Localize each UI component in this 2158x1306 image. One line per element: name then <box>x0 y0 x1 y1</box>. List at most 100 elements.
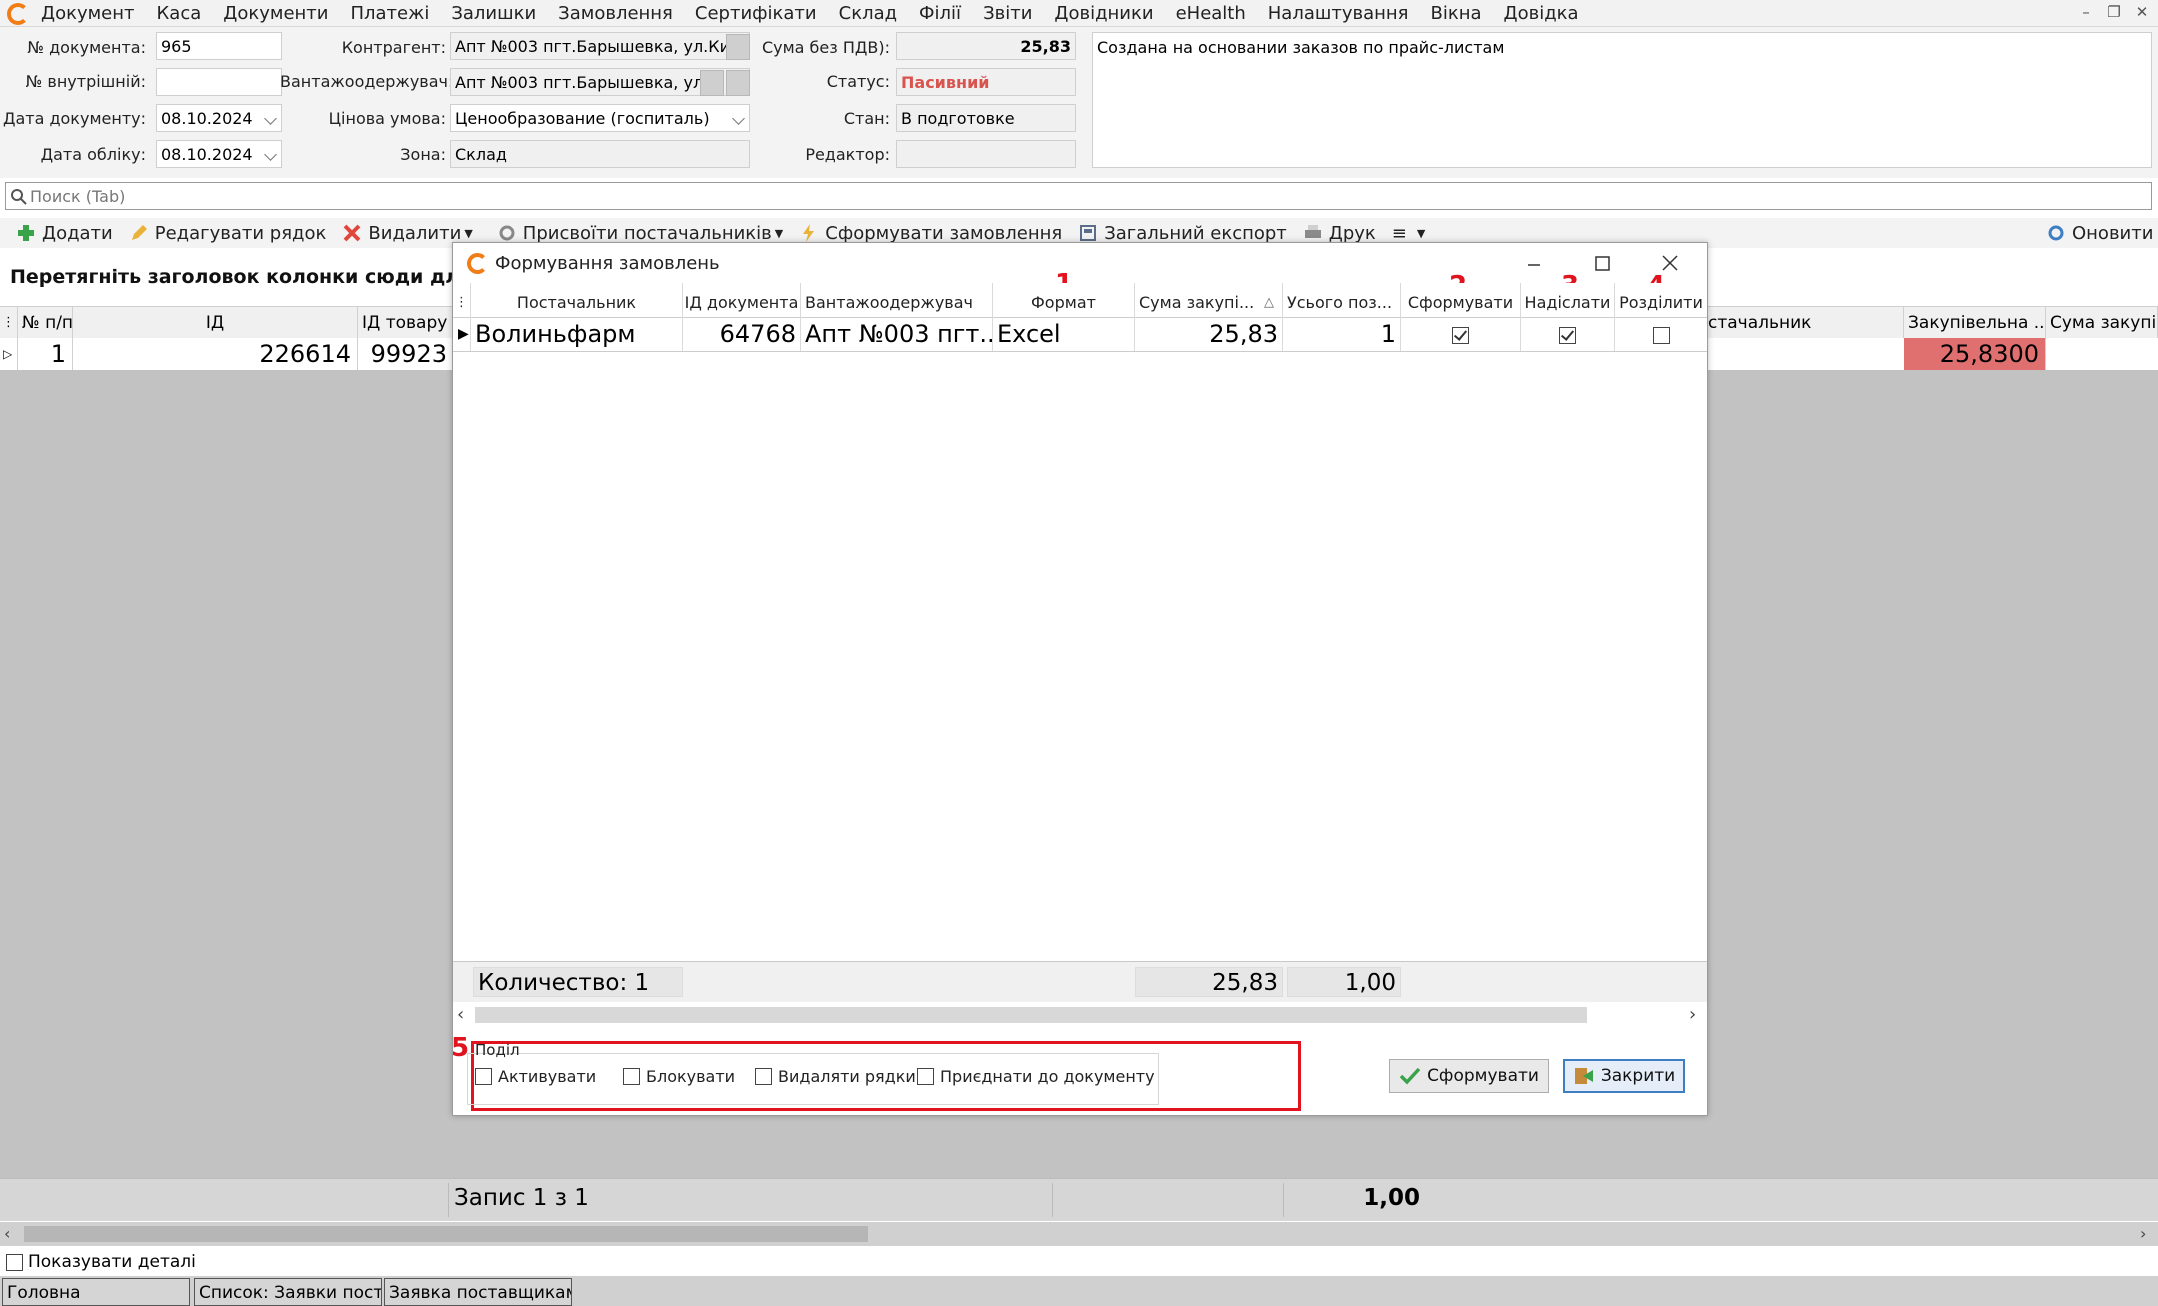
col-id[interactable]: ІД <box>73 307 358 339</box>
activate-check[interactable] <box>475 1068 492 1085</box>
table-row[interactable]: ▶ Волиньфарм 64768 Апт №003 пгт... Excel… <box>453 317 1707 352</box>
general-export-button[interactable]: Загальний експорт <box>1078 223 1287 244</box>
scroll-left-icon[interactable]: ‹ <box>4 1224 10 1243</box>
ellipsis-button[interactable] <box>700 70 724 96</box>
scroll-right-icon[interactable]: › <box>2140 1224 2146 1243</box>
tab-supplier-requests-list[interactable]: Список: Заявки пост ... <box>194 1278 382 1306</box>
dialog-horizontal-scrollbar[interactable]: ‹ › <box>453 1003 1707 1027</box>
app-logo-icon <box>6 2 29 25</box>
col-total-positions[interactable]: Усього поз... <box>1283 283 1401 317</box>
menu-cash[interactable]: Каса <box>146 3 213 24</box>
counterparty-field[interactable]: Апт №003 пгт.Барышевка, ул.Киев <box>450 32 750 60</box>
tab-main[interactable]: Головна <box>2 1278 190 1306</box>
close-icon[interactable]: ✕ <box>2130 2 2154 22</box>
assign-suppliers-button[interactable]: Присвоїти постачальників ▼ <box>497 223 783 244</box>
print-button[interactable]: Друк <box>1303 223 1376 244</box>
scrollbar-thumb[interactable] <box>475 1007 1587 1023</box>
list-options-button[interactable]: ≡ ▼ <box>1392 223 1426 244</box>
split-checkbox[interactable] <box>1652 326 1670 344</box>
col-supplier[interactable]: стачальник <box>1704 307 1904 339</box>
scroll-left-icon[interactable]: ‹ <box>457 1004 464 1025</box>
maximize-icon[interactable] <box>1587 251 1617 277</box>
col-format[interactable]: Формат <box>993 283 1135 317</box>
col-purchase-sum[interactable]: Сума закупіве <box>2046 307 2158 339</box>
menu-branches[interactable]: Філії <box>908 3 972 24</box>
menu-references[interactable]: Довідники <box>1043 3 1164 24</box>
chevron-down-icon[interactable] <box>264 112 277 125</box>
close-button[interactable]: Закрити <box>1563 1059 1685 1093</box>
col-doc-id[interactable]: ІД документа <box>683 283 801 317</box>
scrollbar-thumb[interactable] <box>24 1226 868 1242</box>
col-form[interactable]: Сформувати <box>1401 283 1521 317</box>
col-purchase[interactable]: Закупівельна ... <box>1904 307 2046 339</box>
col-send[interactable]: Надіслати <box>1521 283 1615 317</box>
form-order-button[interactable]: Сформувати замовлення <box>799 223 1062 244</box>
cell-format[interactable]: Excel <box>993 317 1135 351</box>
search-input[interactable]: Поиск (Tab) <box>5 182 2152 210</box>
menu-warehouse[interactable]: Склад <box>828 3 908 24</box>
form-button[interactable]: Сформувати <box>1389 1059 1549 1093</box>
doc-no-field[interactable]: 965 <box>156 32 282 60</box>
tab-supplier-request[interactable]: Заявка поставщикам ... <box>384 1278 572 1306</box>
delete-rows-label: Видаляти рядки <box>778 1067 916 1086</box>
doc-date-field[interactable]: 08.10.2024 <box>156 104 282 132</box>
col-goods-id[interactable]: ІД товару <box>358 307 454 339</box>
grid-menu-icon[interactable]: ⋮ <box>0 307 18 339</box>
chevron-down-icon[interactable] <box>264 148 277 161</box>
refresh-icon <box>2048 225 2064 241</box>
zone-field[interactable]: Склад <box>450 140 750 168</box>
minimize-icon[interactable] <box>1519 251 1549 277</box>
menu-ehealth[interactable]: eHealth <box>1165 3 1257 24</box>
col-no[interactable]: № п/п <box>18 307 73 339</box>
grid-totals: Запис 1 з 1 1,00 <box>0 1178 2158 1221</box>
cell-sum: 25,83 <box>1135 317 1283 351</box>
grid-menu-icon[interactable]: ⋮ <box>453 283 471 317</box>
delete-rows-checkbox[interactable]: Видаляти рядки <box>755 1067 916 1086</box>
delete-rows-check[interactable] <box>755 1068 772 1085</box>
menu-documents[interactable]: Документи <box>212 3 339 24</box>
acc-date-field[interactable]: 08.10.2024 <box>156 140 282 168</box>
dialog-grid-footer: Количество: 1 25,83 1,00 <box>453 961 1707 1002</box>
horizontal-scrollbar[interactable]: ‹ › <box>0 1222 2158 1246</box>
price-cond-select[interactable]: Ценообразование (госпиталь) <box>450 104 750 132</box>
edit-row-button[interactable]: Редагувати рядок <box>129 223 326 244</box>
menu-settings[interactable]: Налаштування <box>1257 3 1420 24</box>
internal-no-field[interactable] <box>156 68 282 96</box>
attach-check[interactable] <box>917 1068 934 1085</box>
delete-button[interactable]: Видалити ▼ <box>342 223 473 244</box>
show-details-checkbox[interactable]: Показувати деталі <box>6 1252 196 1272</box>
show-details-check[interactable] <box>6 1253 23 1271</box>
dialog-titlebar[interactable]: Формування замовлень <box>453 243 1707 283</box>
zone-label: Зона: <box>400 145 446 164</box>
form-orders-dialog: Формування замовлень 1 2 3 4 ⋮ Постачаль… <box>451 242 1708 1116</box>
attach-to-document-checkbox[interactable]: Приєднати до документу <box>917 1067 1155 1086</box>
block-check[interactable] <box>623 1068 640 1085</box>
menu-stock[interactable]: Залишки <box>440 3 547 24</box>
menu-windows[interactable]: Вікна <box>1419 3 1492 24</box>
col-consignee[interactable]: Вантажоодержувач <box>801 283 993 317</box>
col-split[interactable]: Розділити <box>1615 283 1707 317</box>
menu-certificates[interactable]: Сертифікати <box>684 3 828 24</box>
form-checkbox[interactable] <box>1452 326 1469 344</box>
note-textarea[interactable]: Создана на основании заказов по прайс-ли… <box>1092 32 2152 168</box>
menu-document[interactable]: Документ <box>30 3 146 24</box>
menu-payments[interactable]: Платежі <box>339 3 440 24</box>
col-sum[interactable]: Сума закупі... △ <box>1135 283 1283 317</box>
col-supplier[interactable]: Постачальник <box>471 283 683 317</box>
totals-cell <box>1052 1183 1284 1217</box>
refresh-button[interactable]: Оновити▼ <box>2046 223 2158 244</box>
minimize-icon[interactable]: – <box>2074 2 2098 22</box>
restore-icon[interactable]: ❐ <box>2102 2 2126 22</box>
lightning-icon <box>803 224 815 242</box>
add-button[interactable]: Додати <box>16 223 113 244</box>
send-checkbox[interactable] <box>1559 326 1576 344</box>
activate-checkbox[interactable]: Активувати <box>475 1067 596 1086</box>
block-checkbox[interactable]: Блокувати <box>623 1067 735 1086</box>
menu-help[interactable]: Довідка <box>1493 3 1590 24</box>
row-indicator-icon: ▷ <box>0 338 18 370</box>
menu-orders[interactable]: Замовлення <box>547 3 684 24</box>
window-tabs: Головна Список: Заявки пост ... Заявка п… <box>0 1276 2158 1306</box>
scroll-right-icon[interactable]: › <box>1689 1004 1696 1025</box>
menu-reports[interactable]: Звіти <box>972 3 1043 24</box>
block-label: Блокувати <box>646 1067 736 1086</box>
